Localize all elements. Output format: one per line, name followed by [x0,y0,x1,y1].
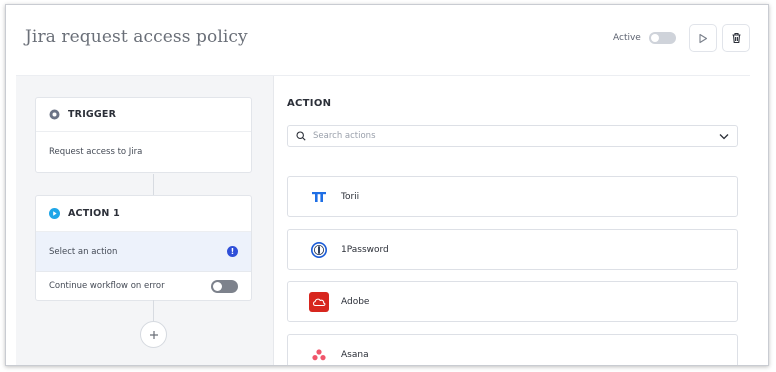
action-play-icon [49,208,60,219]
active-toggle[interactable] [648,32,676,44]
plus-icon [149,330,158,339]
action-item-torii[interactable]: Torii [287,176,738,217]
play-icon [699,33,708,43]
panel-divider [273,76,274,365]
action-item-1password[interactable]: 1Password [287,229,738,270]
adobe-cloud-logo-icon [309,291,329,312]
action-item-name: Asana [341,349,369,360]
action1-label: ACTION 1 [68,208,120,219]
trash-icon [732,32,740,44]
asana-logo-icon [309,345,329,365]
trigger-dot-icon [49,109,60,120]
action-item-asana[interactable]: Asana [287,334,738,365]
select-action-text: Select an action [49,246,118,257]
search-actions-box[interactable] [287,125,738,147]
workflow-panel: TRIGGER Request access to Jira ACTION 1 … [16,76,273,365]
page-title: Jira request access policy [25,27,248,47]
search-actions-input[interactable] [313,131,719,141]
active-label: Active [613,33,641,43]
continue-on-error-toggle[interactable] [211,279,238,293]
action-item-name: 1Password [341,244,389,255]
trigger-header: TRIGGER [36,98,251,132]
search-icon [296,131,306,141]
action-item-name: Torii [341,191,360,202]
chevron-down-icon[interactable] [719,133,729,140]
run-button[interactable] [689,24,717,52]
add-step-button[interactable] [140,321,167,348]
exclamation-icon: ! [227,246,238,257]
app-window: Jira request access policy Active TRIGGE… [5,4,769,366]
torii-logo-icon [309,187,329,207]
select-action-row[interactable]: Select an action ! [36,232,251,272]
action1-card[interactable]: ACTION 1 Select an action ! Continue wor… [35,195,252,301]
action-item-name: Adobe [341,296,370,307]
action-item-adobe[interactable]: Adobe [287,281,738,322]
1password-logo-icon [309,240,329,260]
action1-header: ACTION 1 [36,196,251,232]
active-control: Active [613,32,676,44]
action-panel-title: ACTION [287,98,332,109]
trigger-label: TRIGGER [68,109,117,120]
delete-button[interactable] [722,24,750,52]
continue-on-error-row: Continue workflow on error [36,272,251,300]
trigger-value: Request access to Jira [49,147,143,157]
continue-on-error-label: Continue workflow on error [49,281,165,291]
connector-line [153,300,154,321]
connector-line [153,174,154,195]
trigger-card[interactable]: TRIGGER Request access to Jira [35,97,252,173]
